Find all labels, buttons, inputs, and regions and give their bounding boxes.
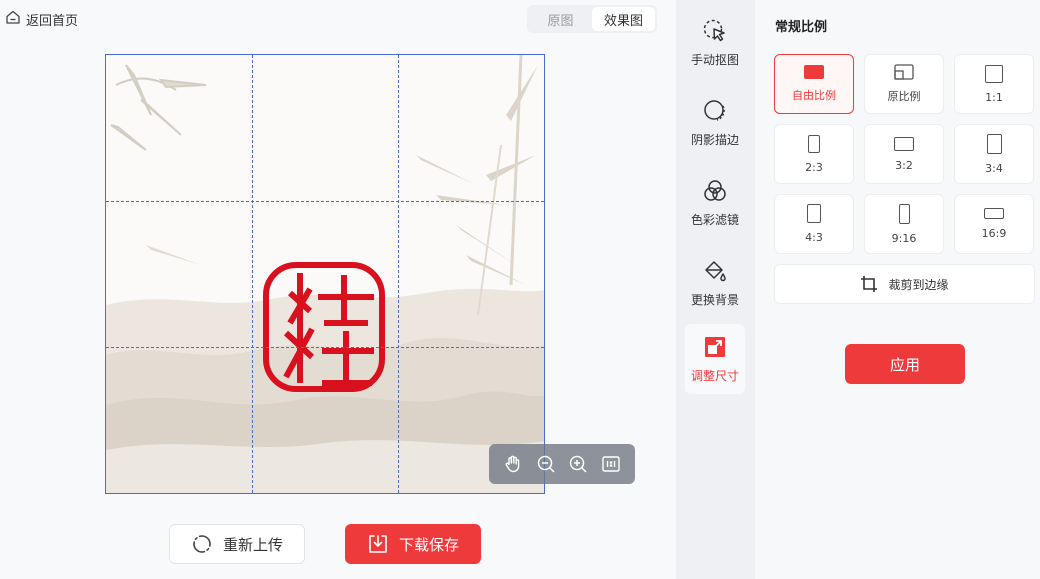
tool-manual-cutout[interactable]: 手动抠图: [685, 8, 745, 78]
ratio-original-icon: [894, 64, 914, 80]
filter-circles-icon: [704, 180, 726, 201]
download-icon: [369, 535, 387, 553]
ratio-label: 自由比例: [792, 89, 836, 102]
ratio-3-2-icon: [894, 136, 914, 151]
view-effect-tab[interactable]: 效果图: [592, 7, 655, 31]
tool-shadow-stroke-label: 阴影描边: [690, 133, 739, 147]
image-canvas[interactable]: [105, 54, 545, 494]
tool-resize-label: 调整尺寸: [690, 369, 739, 383]
tool-change-background-label: 更换背景: [690, 293, 739, 307]
ratio-1-1[interactable]: 1:1: [954, 54, 1034, 114]
ratio-2-3[interactable]: 2:3: [774, 124, 854, 184]
tool-color-filter-label: 色彩滤镜: [690, 213, 739, 227]
ratio-9-16-icon: [898, 203, 910, 224]
zoom-in-icon: [570, 455, 587, 473]
refresh-icon: [193, 535, 211, 553]
crop-to-edge-label: 裁剪到边缘: [888, 277, 949, 292]
reupload-button[interactable]: 重新上传: [169, 524, 305, 564]
ratio-label: 9:16: [891, 231, 917, 245]
back-home-label: 返回首页: [26, 13, 79, 29]
panel-title: 常规比例: [775, 20, 828, 35]
ratio-9-16[interactable]: 9:16: [864, 194, 944, 254]
ratio-label: 1:1: [985, 90, 1003, 104]
tool-manual-cutout-label: 手动抠图: [690, 53, 739, 67]
seal-stamp: [263, 262, 385, 392]
crop-grid-line: [106, 347, 544, 348]
ratio-label: 3:2: [895, 158, 913, 172]
ratio-1-1-icon: [985, 64, 1003, 83]
ratio-free-icon: [804, 65, 824, 79]
crop-icon: [861, 276, 878, 292]
ratio-original[interactable]: 原比例: [864, 54, 944, 114]
pan-hand-button[interactable]: [501, 452, 525, 476]
zoom-out-icon: [537, 455, 555, 473]
ratio-3-4-icon: [986, 133, 1002, 154]
tool-change-background[interactable]: 更换背景: [685, 248, 745, 318]
ratio-label: 2:3: [805, 160, 823, 174]
circle-outline-icon: [704, 100, 725, 121]
ratio-free[interactable]: 自由比例: [774, 54, 854, 114]
workspace: 返回首页 原图 效果图 重新上传 下载保存: [0, 0, 676, 579]
home-icon: [5, 9, 21, 29]
ratio-label: 4:3: [805, 231, 823, 244]
view-toggle: 原图 效果图: [527, 5, 657, 33]
ratio-grid: 自由比例 原比例 1:1 2:3 3:2 3:4 4:3 9:16 16:9: [774, 54, 1036, 254]
crop-to-edge-button[interactable]: 裁剪到边缘: [774, 264, 1035, 304]
zoom-out-button[interactable]: [534, 452, 558, 476]
download-save-button[interactable]: 下载保存: [345, 524, 481, 564]
ratio-3-2[interactable]: 3:2: [864, 124, 944, 184]
ratio-16-9[interactable]: 16:9: [954, 194, 1034, 254]
ratio-4-3-icon: [807, 204, 821, 223]
apply-button[interactable]: 应用: [845, 344, 965, 384]
tool-shadow-stroke[interactable]: 阴影描边: [685, 88, 745, 158]
crop-grid-line: [252, 55, 253, 493]
tool-resize[interactable]: 调整尺寸: [685, 324, 745, 394]
zoom-toolbar: [489, 444, 635, 484]
ratio-label: 原比例: [887, 90, 921, 103]
reupload-label: 重新上传: [222, 535, 283, 554]
actual-size-icon: [602, 456, 620, 472]
ratio-2-3-icon: [808, 134, 820, 153]
crop-grid-line: [106, 201, 544, 202]
ratio-label: 3:4: [985, 161, 1003, 175]
ratio-4-3[interactable]: 4:3: [774, 194, 854, 254]
download-save-label: 下载保存: [398, 535, 459, 554]
ratio-label: 16:9: [981, 227, 1007, 240]
crop-grid-line: [398, 55, 399, 493]
hand-icon: [505, 455, 520, 473]
cursor-lasso-icon: [703, 19, 725, 42]
view-original-tab[interactable]: 原图: [529, 7, 592, 31]
ratio-3-4[interactable]: 3:4: [954, 124, 1034, 184]
actual-size-button[interactable]: [599, 452, 623, 476]
tool-color-filter[interactable]: 色彩滤镜: [685, 168, 745, 238]
back-home-button[interactable]: 返回首页: [5, 9, 78, 29]
resize-panel: 常规比例 自由比例 原比例 1:1 2:3 3:2 3:4 4:3 9:16 1…: [755, 0, 1040, 579]
paint-bucket-icon: [705, 261, 726, 282]
resize-icon: [705, 337, 725, 357]
tool-rail: 手动抠图 阴影描边 色彩滤镜 更换背景 调整尺寸: [676, 0, 755, 579]
zoom-in-button[interactable]: [566, 452, 590, 476]
ratio-16-9-icon: [984, 208, 1004, 219]
